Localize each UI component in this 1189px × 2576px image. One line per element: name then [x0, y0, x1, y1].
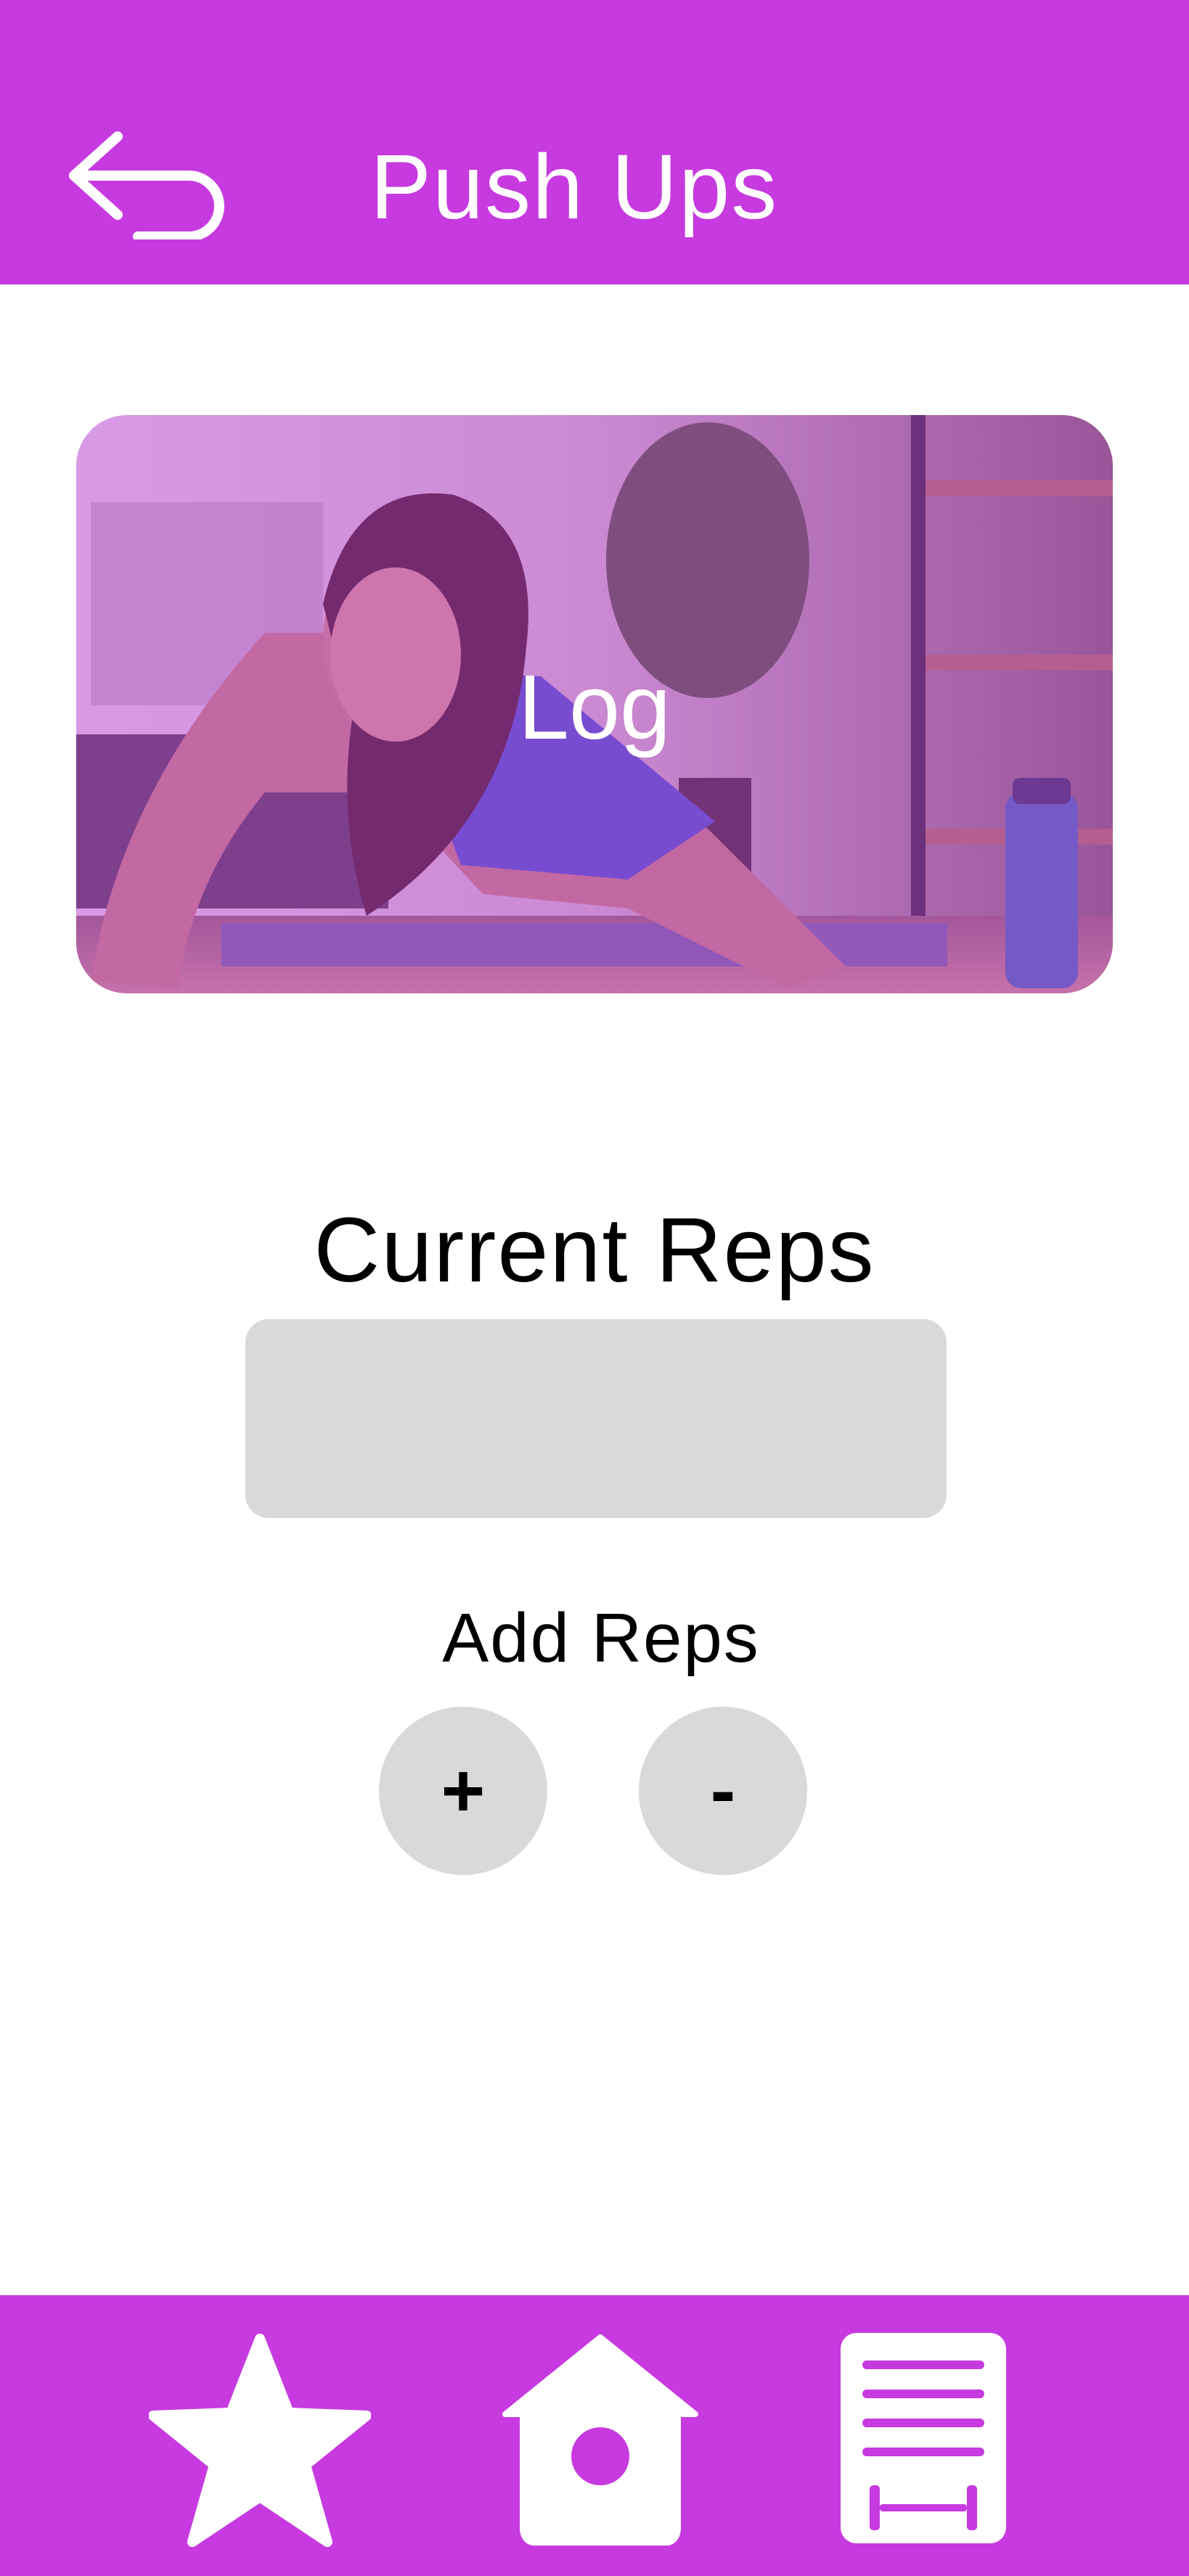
back-arrow-icon: [69, 131, 224, 242]
log-card[interactable]: Log: [76, 415, 1113, 993]
bottom-navigation: [0, 2295, 1189, 2576]
current-reps-display: [245, 1319, 947, 1518]
current-reps-heading: Current Reps: [314, 1199, 875, 1301]
workout-log-icon: [841, 2333, 1006, 2543]
nav-home-button[interactable]: [501, 2333, 700, 2546]
nav-workout-log-button[interactable]: [841, 2333, 1006, 2543]
nav-favorites-button[interactable]: [149, 2331, 371, 2549]
back-button[interactable]: [65, 123, 232, 242]
add-reps-heading: Add Reps: [442, 1599, 760, 1677]
remove-rep-button[interactable]: -: [639, 1707, 807, 1875]
add-rep-button[interactable]: +: [379, 1707, 547, 1875]
home-icon: [502, 2334, 698, 2546]
page-title: Push Ups: [370, 136, 779, 238]
star-icon: [149, 2334, 371, 2547]
log-label: Log: [518, 656, 671, 758]
app-header: Push Ups: [0, 0, 1189, 284]
